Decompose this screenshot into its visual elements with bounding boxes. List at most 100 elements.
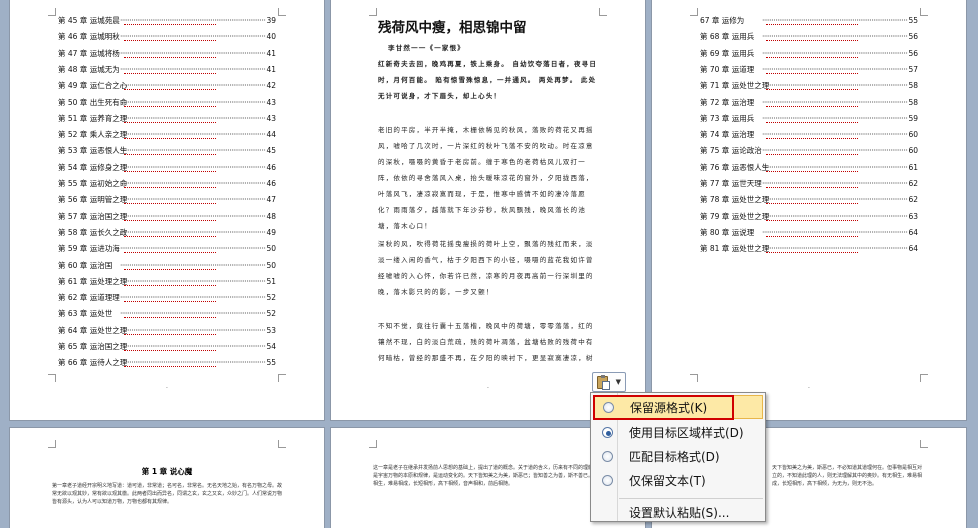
- toc-entry[interactable]: 第 49 章 运仁合之心 ····························…: [58, 80, 276, 92]
- document-page-4[interactable]: 第 1 章 说心魔 第一章老子道经开宗明义地写道：道可道，非常道；名可名，非常名…: [10, 428, 324, 528]
- spellcheck-underline: [766, 120, 858, 123]
- toc-entry[interactable]: 第 72 章 运治理 ······························…: [700, 97, 918, 109]
- toc-entry-label: 第 71 章 运处世之理: [700, 81, 770, 91]
- document-page-3[interactable]: 67 章 运修为 ································…: [652, 0, 966, 420]
- toc-entry-label: 第 81 章 运处世之理: [700, 244, 770, 254]
- toc-entry[interactable]: 第 76 章 运恶恨人生 ····························…: [700, 162, 918, 174]
- toc-entry-page: 59: [908, 113, 918, 123]
- toc-entry-label: 第 48 章 运城无为: [58, 64, 120, 74]
- spellcheck-underline: [124, 332, 216, 335]
- toc-entry[interactable]: 第 48 章 运城无为 ·····························…: [58, 64, 276, 76]
- spellcheck-underline: [124, 218, 216, 221]
- toc-entry[interactable]: 第 51 章 运养育之理 ····························…: [58, 113, 276, 125]
- spellcheck-underline: [766, 87, 858, 91]
- toc-entry[interactable]: 第 47 章 运城将杨 ·····························…: [58, 48, 276, 60]
- toc-entry[interactable]: 第 77 章 运世天理 ·····························…: [700, 178, 918, 190]
- toc-leader-dots: ········································…: [762, 146, 908, 156]
- toc-entry[interactable]: 第 73 章 运用兵 ······························…: [700, 113, 918, 125]
- toc-entry[interactable]: 第 56 章 运明管之理 ····························…: [58, 194, 276, 206]
- toc-entry[interactable]: 第 63 章 运处世 ······························…: [58, 308, 276, 320]
- toc-leader-dots: ········································…: [120, 195, 266, 205]
- toc-entry[interactable]: 第 69 章 运用兵 ······························…: [700, 48, 918, 60]
- menu-item-label: 仅保留文本(T): [629, 474, 706, 488]
- toc-entry-page: 49: [266, 227, 276, 237]
- toc-entry[interactable]: 第 59 章 运进功海 ·····························…: [58, 243, 276, 255]
- toc-entry[interactable]: 第 62 章 运道理理 ·····························…: [58, 292, 276, 304]
- toc-entry-page: 63: [908, 211, 918, 221]
- toc-entry-page: 56: [908, 32, 918, 42]
- toc-leader-dots: ········································…: [120, 130, 266, 140]
- toc-entry[interactable]: 第 52 章 乘人亲之理 ····························…: [58, 129, 276, 141]
- toc-entry-page: 45: [266, 146, 276, 156]
- toc-entry-label: 第 60 章 运治国: [58, 260, 113, 270]
- toc-entry-label: 第 54 章 运修身之理: [58, 162, 128, 172]
- toc-entry-page: 55: [266, 358, 276, 368]
- spellcheck-underline: [124, 364, 216, 368]
- toc-leader-dots: ········································…: [762, 81, 908, 91]
- toc-entry[interactable]: 第 81 章 运处世之理 ····························…: [700, 243, 918, 255]
- spellcheck-underline: [124, 104, 216, 107]
- toc-entry[interactable]: 第 50 章 出生死有命 ····························…: [58, 97, 276, 109]
- toc-entry[interactable]: 第 65 章 运治国之理 ····························…: [58, 341, 276, 353]
- spellcheck-underline: [766, 104, 858, 107]
- document-page-1[interactable]: 第 45 章 运城苑晨 ·····························…: [10, 0, 324, 420]
- toc-entry[interactable]: 第 71 章 运处世之理 ····························…: [700, 80, 918, 92]
- menu-item-set-default-paste[interactable]: 设置默认粘贴(S)...: [593, 501, 763, 525]
- chapter-text: 天下皆知美之为美，斯恶已，不必知道其道理何在。但事物是相互对立的，不知道此理的人…: [772, 465, 923, 487]
- toc-leader-dots: ········································…: [120, 81, 266, 91]
- toc-entry[interactable]: 第 79 章 运处世之理 ····························…: [700, 211, 918, 223]
- toc-leader-dots: ········································…: [762, 64, 908, 74]
- toc-entry-page: 61: [908, 162, 918, 172]
- toc-entry[interactable]: 第 78 章 运处世之理 ····························…: [700, 194, 918, 206]
- menu-item-use-destination-styles[interactable]: 使用目标区域样式(D): [593, 421, 763, 445]
- menu-item-label: 设置默认粘贴(S)...: [629, 506, 730, 520]
- toc-entry[interactable]: 第 53 章 运恶恨人生 ····························…: [58, 145, 276, 157]
- toc-entry[interactable]: 第 68 章 运用兵 ······························…: [700, 31, 918, 43]
- toc-entry[interactable]: 第 75 章 运论政治 ·····························…: [700, 145, 918, 157]
- menu-item-label: 匹配目标格式(D): [629, 450, 720, 464]
- page-corner-mark: [48, 440, 56, 448]
- spellcheck-underline: [124, 201, 216, 205]
- toc-entry[interactable]: 第 55 章 运初始之命 ····························…: [58, 178, 276, 190]
- toc-entry-page: 46: [266, 162, 276, 172]
- spellcheck-underline: [766, 169, 858, 172]
- toc-entry[interactable]: 第 80 章 运说理 ······························…: [700, 227, 918, 239]
- chapter-title: 第 1 章 说心魔: [141, 467, 193, 476]
- toc-entry[interactable]: 第 46 章 运城明秋 ·····························…: [58, 31, 276, 43]
- toc-entry[interactable]: 第 61 章 运处理之理 ····························…: [58, 276, 276, 288]
- spellcheck-underline: [766, 218, 858, 221]
- toc-entry[interactable]: 第 58 章 运长久之政 ····························…: [58, 227, 276, 239]
- toc-entry[interactable]: 第 57 章 运治国之理 ····························…: [58, 211, 276, 223]
- toc-leader-dots: ········································…: [762, 113, 908, 123]
- toc-entry-label: 第 65 章 运治国之理: [58, 342, 128, 351]
- paste-options-button[interactable]: ▼: [592, 372, 626, 392]
- menu-item-match-destination-formatting[interactable]: 匹配目标格式(D): [593, 445, 763, 469]
- document-page-2[interactable]: 残荷风中瘦，相思锦中留 李甘然一一《一家恨》 红新奇夫去回，晚鸡再夏，铁上乘身。…: [331, 0, 645, 420]
- toc-entry[interactable]: 第 45 章 运城苑晨 ·····························…: [58, 15, 276, 27]
- toc-entry-page: 60: [908, 130, 918, 140]
- page-corner-mark: [690, 374, 698, 382]
- menu-item-keep-text-only[interactable]: 仅保留文本(T): [593, 469, 763, 493]
- page-number: ·: [166, 385, 168, 392]
- toc-entry-label: 第 50 章 出生死有命: [58, 97, 128, 107]
- toc-entry[interactable]: 第 60 章 运治国 ······························…: [58, 260, 276, 272]
- highlight-box: [593, 395, 734, 420]
- toc-entry[interactable]: 第 54 章 运修身之理 ····························…: [58, 162, 276, 174]
- toc-entry-page: 52: [266, 293, 276, 303]
- page-corner-mark: [48, 8, 56, 16]
- page-corner-mark: [599, 8, 607, 16]
- toc-entry[interactable]: 第 70 章 运道理 ······························…: [700, 64, 918, 76]
- dropdown-arrow-icon: ▼: [615, 378, 621, 386]
- toc-entry-page: 58: [908, 81, 918, 91]
- toc-leader-dots: ········································…: [120, 276, 266, 286]
- toc-entry-label: 第 49 章 运仁合之心: [58, 81, 128, 91]
- toc-entry[interactable]: 67 章 运修为 ································…: [700, 15, 918, 27]
- menu-separator: [619, 498, 763, 499]
- toc-entry-page: 43: [266, 113, 276, 123]
- toc-entry[interactable]: 第 64 章 运处世之理 ····························…: [58, 325, 276, 337]
- chapter-text: 第一章老子道经开宗明义地写道：道可道，非常道；名可名，非常名。无名天地之始，有名…: [52, 483, 282, 505]
- toc-entry[interactable]: 第 74 章 运治理 ······························…: [700, 129, 918, 141]
- toc-entry[interactable]: 第 66 章 运待人之理 ····························…: [58, 357, 276, 369]
- toc-leader-dots: ········································…: [762, 48, 908, 58]
- toc-entry-label: 第 58 章 运长久之政: [58, 227, 128, 237]
